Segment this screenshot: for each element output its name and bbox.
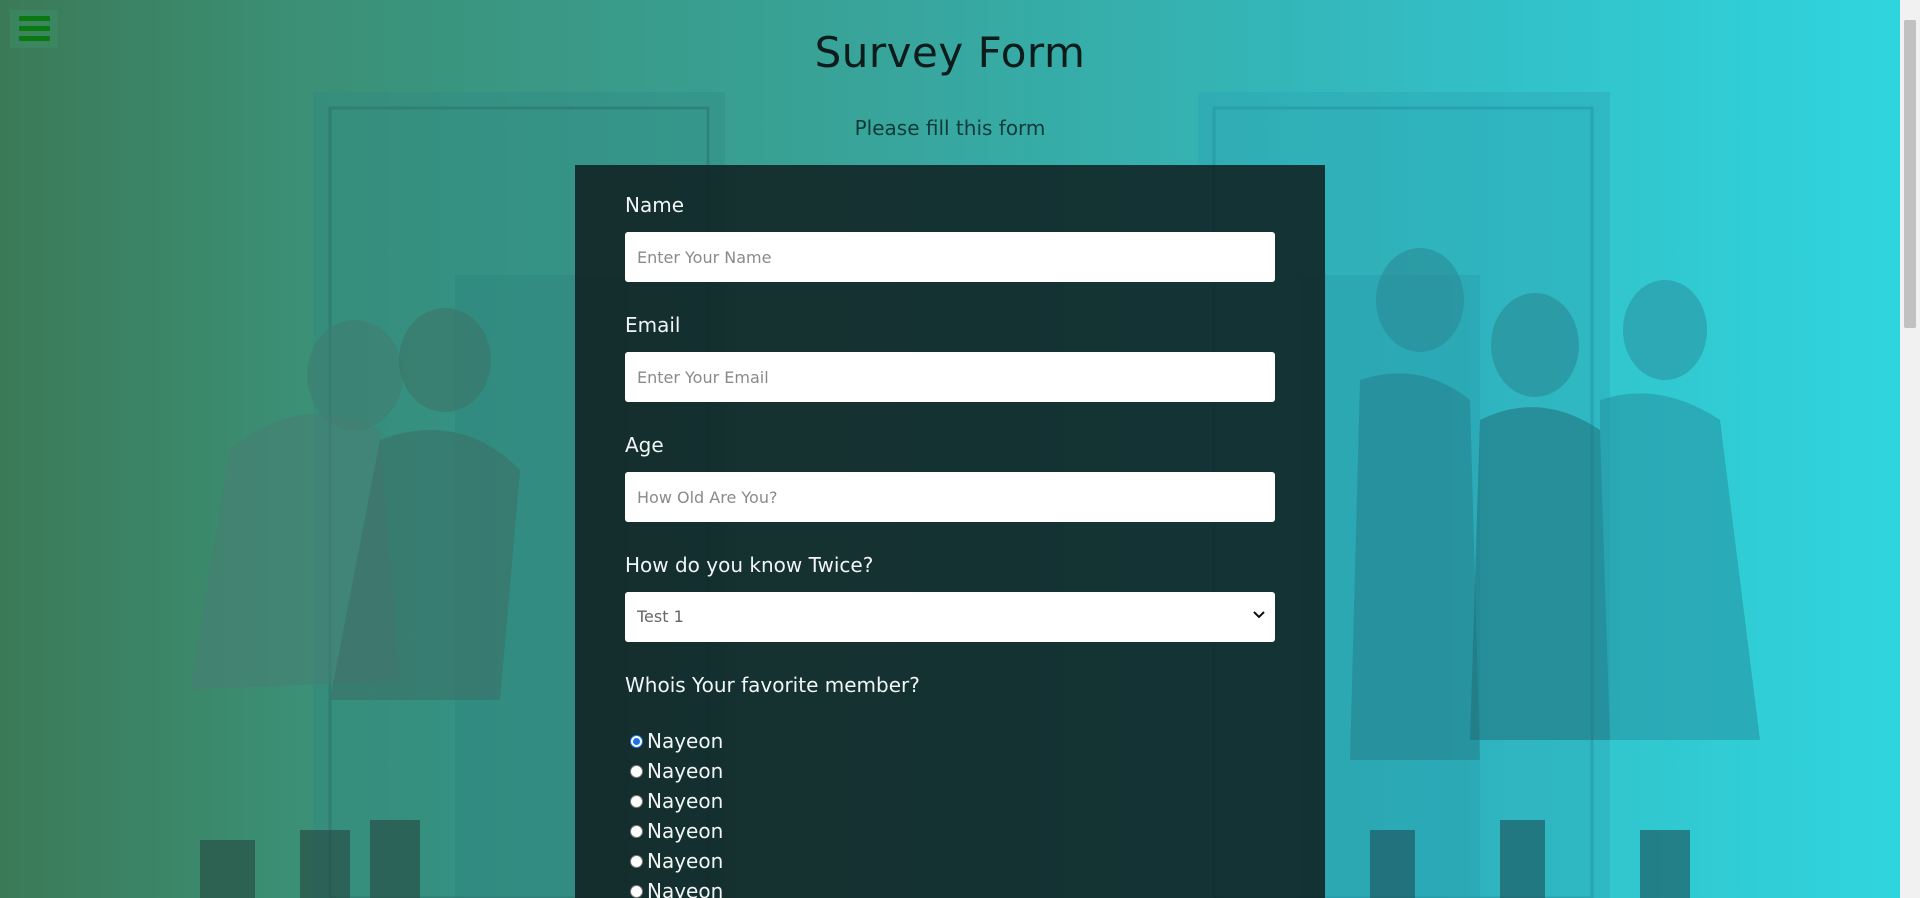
page: Survey Form Please fill this form Name E… xyxy=(0,0,1920,898)
radio-button[interactable] xyxy=(630,824,643,838)
member-option-label: Nayeon xyxy=(647,849,724,873)
member-option[interactable]: Nayeon xyxy=(630,786,723,816)
age-label: Age xyxy=(625,433,664,457)
email-label: Email xyxy=(625,313,681,337)
member-option[interactable]: Nayeon xyxy=(630,756,723,786)
know-twice-select[interactable]: Test 1 xyxy=(625,592,1275,642)
know-twice-selected-value: Test 1 xyxy=(637,607,684,626)
hamburger-menu-icon xyxy=(19,16,50,21)
radio-button[interactable] xyxy=(630,734,643,748)
member-option[interactable]: Nayeon xyxy=(630,816,723,846)
member-option-label: Nayeon xyxy=(647,759,724,783)
favorite-member-radio-group: Nayeon Nayeon Nayeon Nayeon Nayeon Nayeo… xyxy=(630,726,723,898)
name-label: Name xyxy=(625,193,685,217)
radio-button[interactable] xyxy=(630,854,643,868)
name-input[interactable] xyxy=(625,232,1275,282)
know-twice-label: How do you know Twice? xyxy=(625,553,874,577)
member-option-label: Nayeon xyxy=(647,729,724,753)
age-input[interactable] xyxy=(625,472,1275,522)
scrollbar-thumb[interactable] xyxy=(1904,20,1916,328)
favorite-member-label: Whois Your favorite member? xyxy=(625,673,920,697)
member-option-label: Nayeon xyxy=(647,819,724,843)
vertical-scrollbar[interactable] xyxy=(1900,0,1920,898)
chevron-down-icon xyxy=(1253,611,1265,619)
member-option[interactable]: Nayeon xyxy=(630,876,723,898)
member-option-label: Nayeon xyxy=(647,879,724,898)
page-title: Survey Form xyxy=(814,28,1086,77)
page-subtitle: Please fill this form xyxy=(854,116,1046,140)
email-input[interactable] xyxy=(625,352,1275,402)
radio-button[interactable] xyxy=(630,794,643,808)
radio-button[interactable] xyxy=(630,884,643,898)
radio-button[interactable] xyxy=(630,764,643,778)
member-option[interactable]: Nayeon xyxy=(630,846,723,876)
member-option[interactable]: Nayeon xyxy=(630,726,723,756)
member-option-label: Nayeon xyxy=(647,789,724,813)
